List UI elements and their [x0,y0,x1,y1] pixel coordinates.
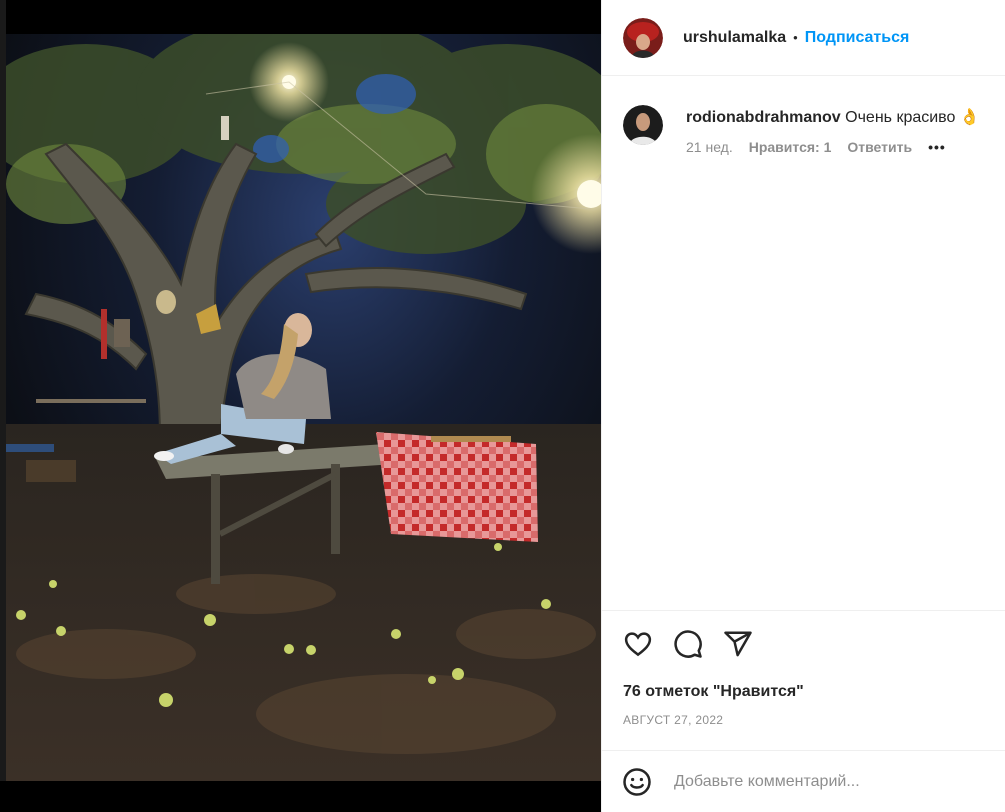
paper-plane-icon[interactable] [723,629,753,659]
post-header: urshulamalka • Подписаться [602,0,1005,76]
post-date[interactable]: АВГУСТ 27, 2022 [623,713,723,727]
post-actions: 76 отметок "Нравится" АВГУСТ 27, 2022 [602,610,1005,750]
ok-hand-emoji: 👌 [959,109,980,126]
media-bottom-bar [0,781,601,812]
likes-count[interactable]: 76 отметок "Нравится" [623,683,804,701]
add-comment-bar [602,750,1005,812]
comment-text: Очень красиво [845,109,956,126]
reply-button[interactable]: Ответить [847,139,912,155]
post-side-panel: urshulamalka • Подписаться rodionabdrahm… [601,0,1005,812]
author-avatar-image [623,17,663,58]
smiley-icon[interactable] [622,767,652,797]
comments-list[interactable]: rodionabdrahmanov Очень красиво 👌 21 нед… [602,77,1005,610]
action-icons [623,629,773,659]
commenter-avatar-image [623,105,663,145]
comment-input[interactable] [672,771,976,792]
comment-age[interactable]: 21 нед. [686,139,733,155]
media-top-bar [0,0,601,34]
comment-likes[interactable]: Нравится: 1 [749,139,832,155]
comment-line: rodionabdrahmanov Очень красиво 👌 [686,107,1005,127]
author-avatar[interactable] [623,17,663,58]
comment-bubble-icon[interactable] [673,629,703,659]
commenter-username[interactable]: rodionabdrahmanov [686,109,841,126]
follow-button[interactable]: Подписаться [805,29,910,47]
comment-more-icon[interactable]: ••• [928,139,946,155]
author-username[interactable]: urshulamalka [683,29,786,47]
commenter-avatar[interactable] [623,105,663,145]
post-media [0,0,601,812]
comment-body: rodionabdrahmanov Очень красиво 👌 21 нед… [686,107,1005,155]
header-separator: • [793,30,798,45]
comment-meta: 21 нед. Нравится: 1 Ответить ••• [686,139,1005,155]
heart-icon[interactable] [623,629,653,659]
post-photo [6,34,601,781]
